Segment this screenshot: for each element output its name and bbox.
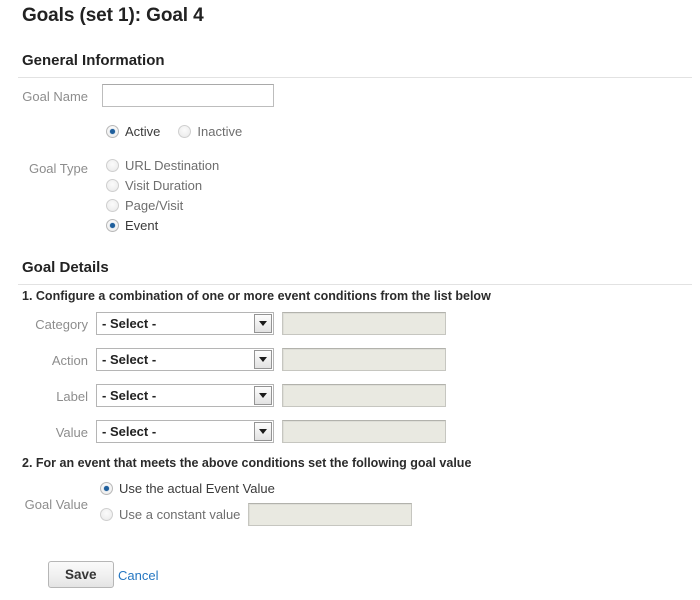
- chevron-down-icon[interactable]: [254, 350, 272, 369]
- radio-url-destination[interactable]: [106, 159, 119, 172]
- section-divider-goal-details: [18, 284, 692, 285]
- goal-type-label: Goal Type: [0, 161, 88, 176]
- radio-use-constant-value-label: Use a constant value: [119, 507, 240, 522]
- chevron-down-icon[interactable]: [254, 314, 272, 333]
- step-2-number: 2.: [22, 456, 36, 470]
- radio-inactive[interactable]: [178, 125, 191, 138]
- goal-type-option-event[interactable]: Event: [106, 218, 158, 233]
- value-value-input[interactable]: [282, 420, 446, 443]
- section-header-general-information: General Information: [22, 52, 165, 69]
- label-select-value: - Select -: [97, 385, 254, 406]
- category-label: Category: [0, 317, 88, 332]
- action-select[interactable]: - Select -: [96, 348, 274, 371]
- value-label: Value: [0, 425, 88, 440]
- radio-visit-duration-label: Visit Duration: [125, 178, 202, 193]
- goal-type-option-url-destination[interactable]: URL Destination: [106, 158, 219, 173]
- action-select-value: - Select -: [97, 349, 254, 370]
- step-1-instruction: 1. Configure a combination of one or mor…: [22, 289, 491, 303]
- goal-type-option-visit-duration[interactable]: Visit Duration: [106, 178, 202, 193]
- save-button-label: Save: [65, 567, 97, 582]
- step-2-instruction: 2. For an event that meets the above con…: [22, 456, 471, 470]
- category-select[interactable]: - Select -: [96, 312, 274, 335]
- radio-use-constant-value[interactable]: [100, 508, 113, 521]
- radio-active[interactable]: [106, 125, 119, 138]
- radio-active-label: Active: [125, 124, 160, 139]
- goal-type-option-page-visit[interactable]: Page/Visit: [106, 198, 183, 213]
- value-select[interactable]: - Select -: [96, 420, 274, 443]
- value-select-value: - Select -: [97, 421, 254, 442]
- goal-value-option-constant-value[interactable]: Use a constant value: [100, 507, 240, 522]
- action-label: Action: [0, 353, 88, 368]
- goal-name-label: Goal Name: [0, 89, 88, 104]
- radio-use-actual-event-value-label: Use the actual Event Value: [119, 481, 275, 496]
- action-value-input[interactable]: [282, 348, 446, 371]
- label-label: Label: [0, 389, 88, 404]
- section-header-goal-details: Goal Details: [22, 259, 109, 276]
- radio-visit-duration[interactable]: [106, 179, 119, 192]
- radio-use-actual-event-value[interactable]: [100, 482, 113, 495]
- label-select[interactable]: - Select -: [96, 384, 274, 407]
- category-value-input[interactable]: [282, 312, 446, 335]
- section-divider-general-information: [18, 77, 692, 78]
- page-title: Goals (set 1): Goal 4: [22, 5, 204, 27]
- goal-name-input[interactable]: [102, 84, 274, 107]
- radio-event-label: Event: [125, 218, 158, 233]
- step-1-number: 1.: [22, 289, 36, 303]
- goal-value-option-actual-event-value[interactable]: Use the actual Event Value: [100, 481, 275, 496]
- radio-url-destination-label: URL Destination: [125, 158, 219, 173]
- radio-page-visit[interactable]: [106, 199, 119, 212]
- radio-page-visit-label: Page/Visit: [125, 198, 183, 213]
- status-radio-group: Active Inactive: [106, 124, 242, 139]
- label-value-input[interactable]: [282, 384, 446, 407]
- constant-value-input[interactable]: [248, 503, 412, 526]
- goal-value-label: Goal Value: [0, 497, 88, 512]
- radio-inactive-label: Inactive: [197, 124, 242, 139]
- category-select-value: - Select -: [97, 313, 254, 334]
- goal-editor-page: Goals (set 1): Goal 4 General Informatio…: [0, 0, 700, 600]
- chevron-down-icon[interactable]: [254, 422, 272, 441]
- step-2-text: For an event that meets the above condit…: [36, 456, 472, 470]
- save-button[interactable]: Save: [48, 561, 114, 588]
- cancel-link[interactable]: Cancel: [118, 568, 158, 583]
- step-1-text: Configure a combination of one or more e…: [36, 289, 491, 303]
- radio-event[interactable]: [106, 219, 119, 232]
- chevron-down-icon[interactable]: [254, 386, 272, 405]
